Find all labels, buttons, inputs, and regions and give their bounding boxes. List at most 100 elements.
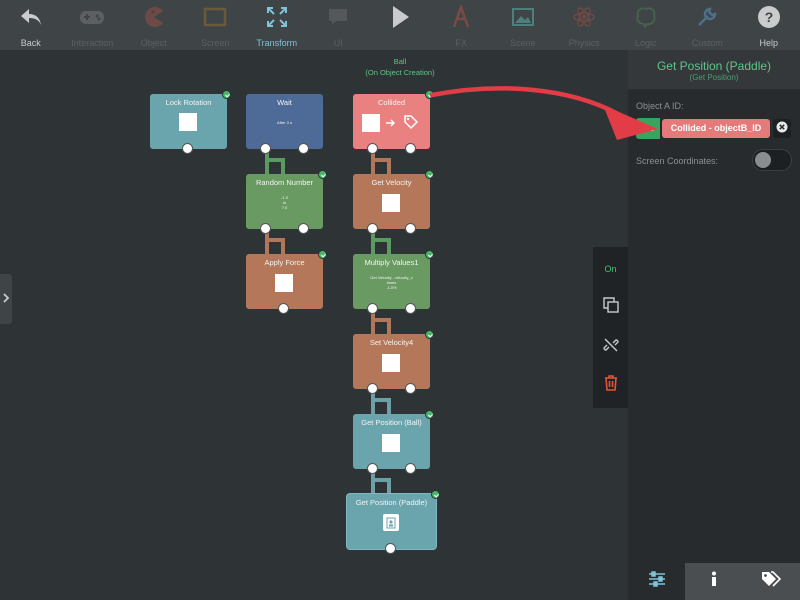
output-port[interactable] xyxy=(278,303,289,314)
node-random-number[interactable]: Random Number -1.0 to 7.0 xyxy=(246,170,327,234)
toolbar-ui[interactable]: UI xyxy=(308,0,370,50)
download-badge-icon xyxy=(425,330,434,339)
tags-icon xyxy=(761,571,782,592)
output-port[interactable] xyxy=(405,143,416,154)
node-title: Get Position (Ball) xyxy=(361,418,422,427)
toolbar-label: Object xyxy=(140,38,167,48)
output-port[interactable] xyxy=(405,303,416,314)
node-detail-line: 7.0 xyxy=(281,205,288,210)
clear-field-button[interactable] xyxy=(773,119,791,138)
toolbar-custom[interactable]: Custom xyxy=(677,0,739,50)
output-port[interactable] xyxy=(260,223,271,234)
toolbar-physics[interactable]: Physics xyxy=(554,0,616,50)
text-fx-icon xyxy=(448,4,474,30)
object-a-label: Object A ID: xyxy=(636,101,684,111)
output-port[interactable] xyxy=(385,543,396,554)
node-multiply-values[interactable]: Multiply Values1 Get Velocity - velocity… xyxy=(353,250,434,314)
node-get-velocity[interactable]: Get Velocity xyxy=(353,170,434,234)
toolbar-help[interactable]: ? Help xyxy=(738,0,800,50)
toolbar-logic[interactable]: Logic xyxy=(615,0,677,50)
output-port[interactable] xyxy=(298,223,309,234)
connection-wire xyxy=(387,318,391,334)
tab-tags[interactable] xyxy=(742,563,800,600)
toolbar-label: Help xyxy=(759,38,778,48)
node-title: Collided xyxy=(377,98,406,107)
properties-panel: Get Position (Paddle) (Get Position) Obj… xyxy=(628,50,800,600)
toolbar-interaction[interactable]: Interaction xyxy=(62,0,124,50)
object-a-value[interactable]: Collided - objectB_ID xyxy=(662,119,770,138)
info-icon xyxy=(710,571,718,592)
node-detail: After 3 s xyxy=(277,120,292,125)
tab-info[interactable] xyxy=(685,563,743,600)
node-title: Get Velocity xyxy=(371,178,412,187)
connection-wire xyxy=(281,158,285,174)
node-detail-line: -1.0% xyxy=(386,285,397,290)
screen-coords-label: Screen Coordinates: xyxy=(636,156,719,166)
node-lock-rotation[interactable]: Lock Rotation xyxy=(150,90,231,154)
side-expand-tab[interactable] xyxy=(0,274,12,324)
node-get-position-paddle[interactable]: Get Position (Paddle) xyxy=(347,490,440,554)
toolbar-label: Transform xyxy=(256,38,298,48)
node-apply-force[interactable]: Apply Force xyxy=(246,250,327,314)
node-title: Get Position (Paddle) xyxy=(355,498,428,507)
output-port[interactable] xyxy=(367,383,378,394)
download-badge-icon xyxy=(425,250,434,259)
toolbar-label: Logic xyxy=(634,38,657,48)
event-caption: Ball (On Object Creation) xyxy=(340,56,460,78)
delete-button[interactable] xyxy=(593,373,628,397)
chevron-right-icon xyxy=(2,290,10,308)
node-wait[interactable]: Wait After 3 s xyxy=(246,94,323,154)
node-preview xyxy=(382,194,400,212)
event-object-name: Ball xyxy=(393,57,407,66)
connection-wire xyxy=(387,478,391,494)
speech-bubble-icon xyxy=(325,4,351,30)
toolbar-screen[interactable]: Screen xyxy=(185,0,247,50)
output-port[interactable] xyxy=(405,383,416,394)
unlink-icon xyxy=(602,337,619,358)
on-toggle-button[interactable]: On xyxy=(593,257,628,281)
output-port[interactable] xyxy=(367,303,378,314)
event-trigger: (On Object Creation) xyxy=(365,68,435,77)
wrench-icon xyxy=(694,4,720,30)
timer-port[interactable] xyxy=(260,143,271,154)
download-badge-icon xyxy=(222,90,231,99)
output-port[interactable] xyxy=(298,143,309,154)
panel-tabs xyxy=(628,563,800,600)
node-get-position-ball[interactable]: Get Position (Ball) xyxy=(353,410,434,474)
screen-coords-toggle[interactable] xyxy=(752,149,792,171)
node-preview xyxy=(179,113,197,131)
toolbar-transform[interactable]: Transform xyxy=(246,0,308,50)
duplicate-button[interactable] xyxy=(593,295,628,319)
node-set-velocity[interactable]: Set Velocity4 xyxy=(353,330,434,394)
svg-text:?: ? xyxy=(764,9,773,25)
node-preview xyxy=(275,274,293,292)
gamepad-icon xyxy=(79,4,105,30)
behavior-canvas[interactable]: Ball (On Object Creation) Lock Rotation … xyxy=(0,50,628,600)
output-port[interactable] xyxy=(405,463,416,474)
toolbar-back[interactable]: Back xyxy=(0,0,62,50)
toolbar-fx[interactable]: FX xyxy=(431,0,493,50)
play-icon xyxy=(387,4,413,30)
node-preview xyxy=(362,114,380,132)
lightning-port[interactable] xyxy=(367,143,378,154)
toolbar-object[interactable]: Object xyxy=(123,0,185,50)
node-title: Wait xyxy=(277,98,292,107)
output-port[interactable] xyxy=(182,143,193,154)
pacman-icon xyxy=(141,4,167,30)
detach-button[interactable] xyxy=(593,335,628,359)
toolbar-play[interactable] xyxy=(369,0,431,50)
node-tool-strip: On xyxy=(593,247,628,408)
download-badge-icon xyxy=(431,490,440,499)
output-port[interactable] xyxy=(367,223,378,234)
download-badge-icon xyxy=(318,170,327,179)
node-collided[interactable]: Collided xyxy=(353,90,434,154)
object-a-field[interactable]: Collided - objectB_ID xyxy=(636,118,791,139)
download-badge-icon xyxy=(425,90,434,99)
connector-icon[interactable] xyxy=(636,118,660,139)
tag-icon xyxy=(403,114,419,135)
screen-frame-icon xyxy=(202,4,228,30)
tab-parameters[interactable] xyxy=(628,563,686,600)
toolbar-scene[interactable]: Scene xyxy=(492,0,554,50)
output-port[interactable] xyxy=(405,223,416,234)
output-port[interactable] xyxy=(367,463,378,474)
